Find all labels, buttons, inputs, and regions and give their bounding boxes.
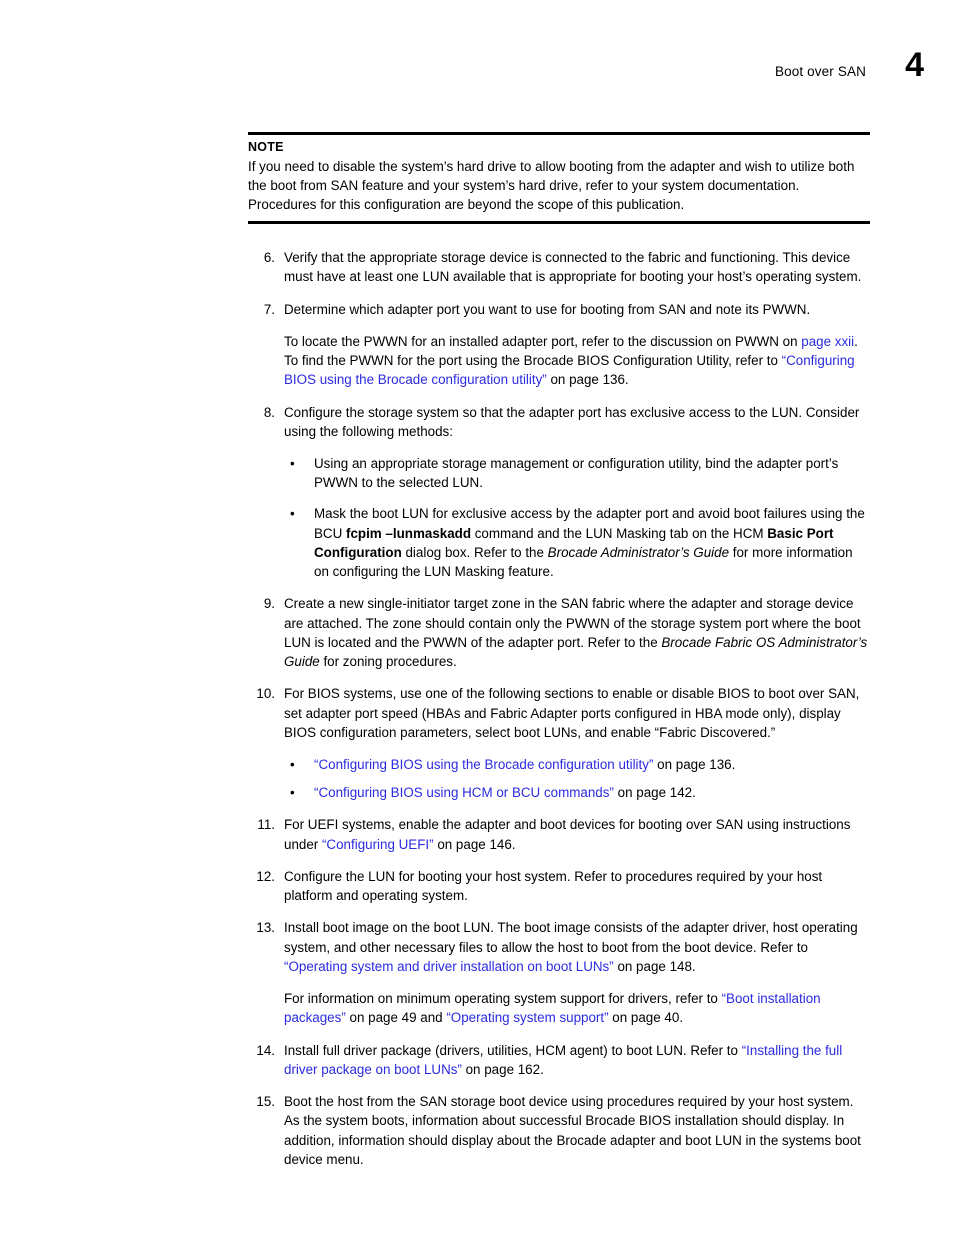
step-text: Determine which adapter port you want to… (284, 301, 811, 317)
step-7: 7. Determine which adapter port you want… (248, 300, 870, 390)
step13-part3: For information on minimum operating sys… (284, 991, 722, 1007)
step-8-bullet-list: • Using an appropriate storage managemen… (284, 454, 870, 581)
step-number: 14. (256, 1042, 275, 1058)
link-operating-system-support[interactable]: “Operating system support” (446, 1010, 608, 1025)
step-number: 10. (256, 686, 275, 702)
bullet-text: “Configuring BIOS using the Brocade conf… (314, 755, 870, 774)
step-text: For BIOS systems, use one of the followi… (284, 686, 860, 740)
link-os-driver-install-boot-luns[interactable]: “Operating system and driver installatio… (284, 959, 614, 974)
step13-part4: on page 49 and (345, 1010, 447, 1026)
step-number: 12. (256, 868, 275, 884)
list-item: • “Configuring BIOS using HCM or BCU com… (284, 783, 870, 802)
step-number: 9. (263, 596, 275, 612)
step-number: 7. (263, 301, 275, 317)
step-text: Install boot image on the boot LUN. The … (284, 918, 870, 976)
step-text: Boot the host from the SAN storage boot … (284, 1094, 861, 1167)
page-header: Boot over SAN 4 (0, 48, 954, 98)
step-text: Create a new single-initiator target zon… (284, 594, 870, 671)
page-ref: on page 136. (653, 757, 736, 773)
step7-tail: on page 136. (546, 372, 629, 388)
note-callout: NOTE If you need to disable the system’s… (248, 132, 870, 225)
step-number: 13. (256, 920, 275, 936)
guide-title: Brocade Administrator’s Guide (547, 544, 730, 560)
bullet-icon: • (290, 455, 295, 471)
step13-part2: on page 148. (613, 958, 696, 974)
step-10-bullet-list: • “Configuring BIOS using the Brocade co… (284, 755, 870, 802)
step-8: 8. Configure the storage system so that … (248, 403, 870, 582)
step-11: 11. For UEFI systems, enable the adapter… (248, 815, 870, 853)
note-body: If you need to disable the system’s hard… (248, 158, 855, 212)
bullet-icon: • (290, 785, 295, 801)
step-13: 13. Install boot image on the boot LUN. … (248, 918, 870, 1027)
b2-part2: command and the LUN Masking tab on the H… (471, 525, 768, 541)
note-label: NOTE (248, 140, 284, 154)
page-ref: on page 142. (613, 785, 696, 801)
step-number: 15. (256, 1094, 275, 1110)
step14-part1: Install full driver package (drivers, ut… (284, 1042, 742, 1058)
bullet-text: Mask the boot LUN for exclusive access b… (314, 504, 870, 581)
bcu-command: fcpim –lunmaskadd (346, 525, 472, 541)
list-item: • “Configuring BIOS using the Brocade co… (284, 755, 870, 774)
b2-part3: dialog box. Refer to the (401, 544, 548, 560)
step-text-secondary: To locate the PWWN for an installed adap… (284, 332, 870, 390)
link-page-xxii[interactable]: page xxii (801, 334, 854, 349)
bullet-icon: • (290, 506, 295, 522)
step-9: 9. Create a new single-initiator target … (248, 594, 870, 671)
bullet-text: “Configuring BIOS using HCM or BCU comma… (314, 783, 870, 802)
step-text: Verify that the appropriate storage devi… (284, 250, 862, 285)
bullet-text: Using an appropriate storage management … (314, 455, 839, 491)
link-configuring-bios-brocade-utility[interactable]: “Configuring BIOS using the Brocade conf… (314, 757, 653, 772)
list-item: • Mask the boot LUN for exclusive access… (284, 504, 870, 581)
header-title: Boot over SAN (774, 64, 866, 79)
document-page: Boot over SAN 4 NOTE If you need to disa… (0, 0, 954, 1235)
step-text-secondary: For information on minimum operating sys… (284, 989, 870, 1027)
step13-part1: Install boot image on the boot LUN. The … (284, 920, 858, 955)
list-item: • Using an appropriate storage managemen… (284, 454, 870, 492)
step-number: 11. (257, 817, 275, 833)
step9-part2: for zoning procedures. (319, 654, 457, 670)
step-number: 8. (263, 404, 275, 420)
link-configuring-uefi[interactable]: “Configuring UEFI” (322, 837, 434, 852)
step-text: For UEFI systems, enable the adapter and… (284, 815, 870, 853)
step-14: 14. Install full driver package (drivers… (248, 1041, 870, 1079)
bullet-icon: • (290, 757, 295, 773)
step-15: 15. Boot the host from the SAN storage b… (248, 1092, 870, 1169)
step-10: 10. For BIOS systems, use one of the fol… (248, 684, 870, 802)
chapter-number: 4 (905, 46, 924, 84)
step7-lead: To locate the PWWN for an installed adap… (284, 333, 802, 349)
step-12: 12. Configure the LUN for booting your h… (248, 867, 870, 905)
step11-part2: on page 146. (433, 836, 516, 852)
step-text: Configure the storage system so that the… (284, 404, 860, 439)
step13-part5: on page 40. (608, 1010, 684, 1026)
link-configuring-bios-hcm-bcu[interactable]: “Configuring BIOS using HCM or BCU comma… (314, 785, 614, 800)
step14-part2: on page 162. (461, 1061, 544, 1077)
step-text: Configure the LUN for booting your host … (284, 868, 823, 904)
step-text: Install full driver package (drivers, ut… (284, 1041, 870, 1079)
step-number: 6. (263, 250, 275, 266)
content-column: NOTE If you need to disable the system’s… (248, 132, 870, 1182)
step-6: 6. Verify that the appropriate storage d… (248, 248, 870, 286)
